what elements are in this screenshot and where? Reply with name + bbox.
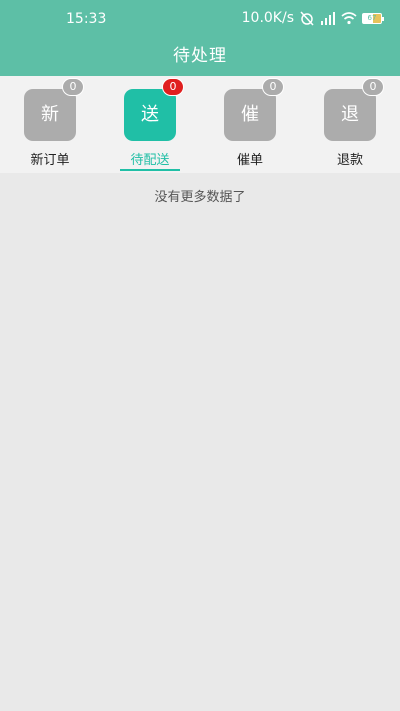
reminder-icon: 催 [224,89,276,141]
refund-icon: 退 [324,89,376,141]
tab-refunds[interactable]: 退 0 退款 [300,76,400,173]
order-tabs: 新 0 新订单 送 0 待配送 催 0 催单 退 0 退款 [0,76,400,173]
status-time: 15:33 [66,11,107,27]
tab-badge-count: 0 [262,78,284,96]
new-order-icon: 新 [24,89,76,141]
delivery-icon: 送 [124,89,176,141]
alarm-off-icon [300,11,314,26]
tab-label: 待配送 [130,153,170,168]
signal-icon [321,12,335,25]
tab-reminders[interactable]: 催 0 催单 [200,76,300,173]
tab-badge-count: 0 [162,78,184,96]
active-tab-indicator [120,169,180,171]
empty-list-message: 没有更多数据了 [154,190,246,205]
battery-icon: 67 [362,12,384,24]
tab-badge-count: 0 [362,78,384,96]
status-icons: 10.0K/s 67 [241,10,384,26]
tab-new-orders[interactable]: 新 0 新订单 [0,76,100,173]
tab-label: 催单 [236,153,263,168]
page-title: 待处理 [173,46,227,66]
tab-badge-count: 0 [62,78,84,96]
tab-pending-delivery[interactable]: 送 0 待配送 [100,76,200,173]
app-header: 15:33 10.0K/s 67 待处理 [0,0,400,76]
network-speed: 10.0K/s [241,10,294,26]
wifi-icon [341,12,357,25]
tab-label: 退款 [336,153,363,168]
status-bar: 15:33 10.0K/s 67 [0,0,400,38]
tab-label: 新订单 [30,153,70,168]
